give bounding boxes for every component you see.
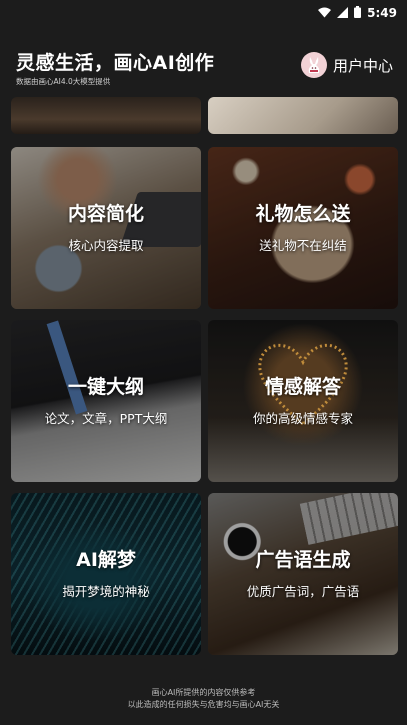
card-subtitle: 送礼物不在纠结 (259, 238, 347, 253)
app-subtitle: 数据由画心AI4.0大模型提供 (16, 77, 111, 86)
signal-icon (337, 3, 349, 22)
card-subtitle: 论文，文章，PPT大纲 (44, 411, 168, 426)
card-title: AI解梦 (76, 549, 136, 571)
header: 灵感生活，画心AI创作 数据由画心AI4.0大模型提供 用户中心 (0, 40, 407, 95)
card-subtitle: 你的高级情感专家 (252, 411, 353, 426)
avatar (300, 52, 327, 78)
card-subtitle: 核心内容提取 (68, 238, 144, 253)
card-subtitle: 揭开梦境的神秘 (62, 584, 150, 599)
card-partial-right[interactable] (208, 97, 398, 134)
status-bar: 5:49 (0, 0, 407, 20)
card-title: 广告语生成 (255, 549, 351, 571)
disclaimer-line-2: 以此造成的任何损失与危害均与画心AI无关 (127, 700, 280, 709)
card-image (208, 97, 398, 134)
card-partial-left[interactable] (11, 97, 201, 134)
card-gift-advice[interactable]: 礼物怎么送 送礼物不在纠结 (208, 147, 398, 309)
card-content-simplify[interactable]: 内容简化 核心内容提取 (11, 147, 201, 309)
card-title: 一键大纲 (67, 376, 144, 398)
status-time: 5:49 (367, 5, 397, 20)
disclaimer-line-1: 画心AI所提供的内容仅供参考 (151, 688, 256, 697)
rabbit-icon (308, 57, 320, 73)
card-subtitle: 优质广告词，广告语 (246, 584, 360, 599)
card-image (11, 97, 201, 134)
card-title: 情感解答 (264, 376, 341, 398)
user-center-label: 用户中心 (332, 56, 393, 75)
battery-icon (354, 3, 362, 22)
wifi-icon (318, 3, 332, 22)
user-center-button[interactable]: 用户中心 (300, 52, 393, 78)
app-title: 灵感生活，画心AI创作 (16, 52, 215, 74)
card-ai-dream-interpretation[interactable]: AI解梦 揭开梦境的神秘 (11, 493, 201, 655)
status-icons: 5:49 (318, 3, 397, 22)
card-slogan-generator[interactable]: 广告语生成 优质广告词，广告语 (208, 493, 398, 655)
card-emotion-answers[interactable]: 情感解答 你的高级情感专家 (208, 320, 398, 482)
footer-disclaimer: 画心AI所提供的内容仅供参考 以此造成的任何损失与危害均与画心AI无关 (0, 687, 407, 711)
card-title: 礼物怎么送 (255, 203, 351, 225)
card-title: 内容简化 (67, 203, 144, 225)
card-one-click-outline[interactable]: 一键大纲 论文，文章，PPT大纲 (11, 320, 201, 482)
